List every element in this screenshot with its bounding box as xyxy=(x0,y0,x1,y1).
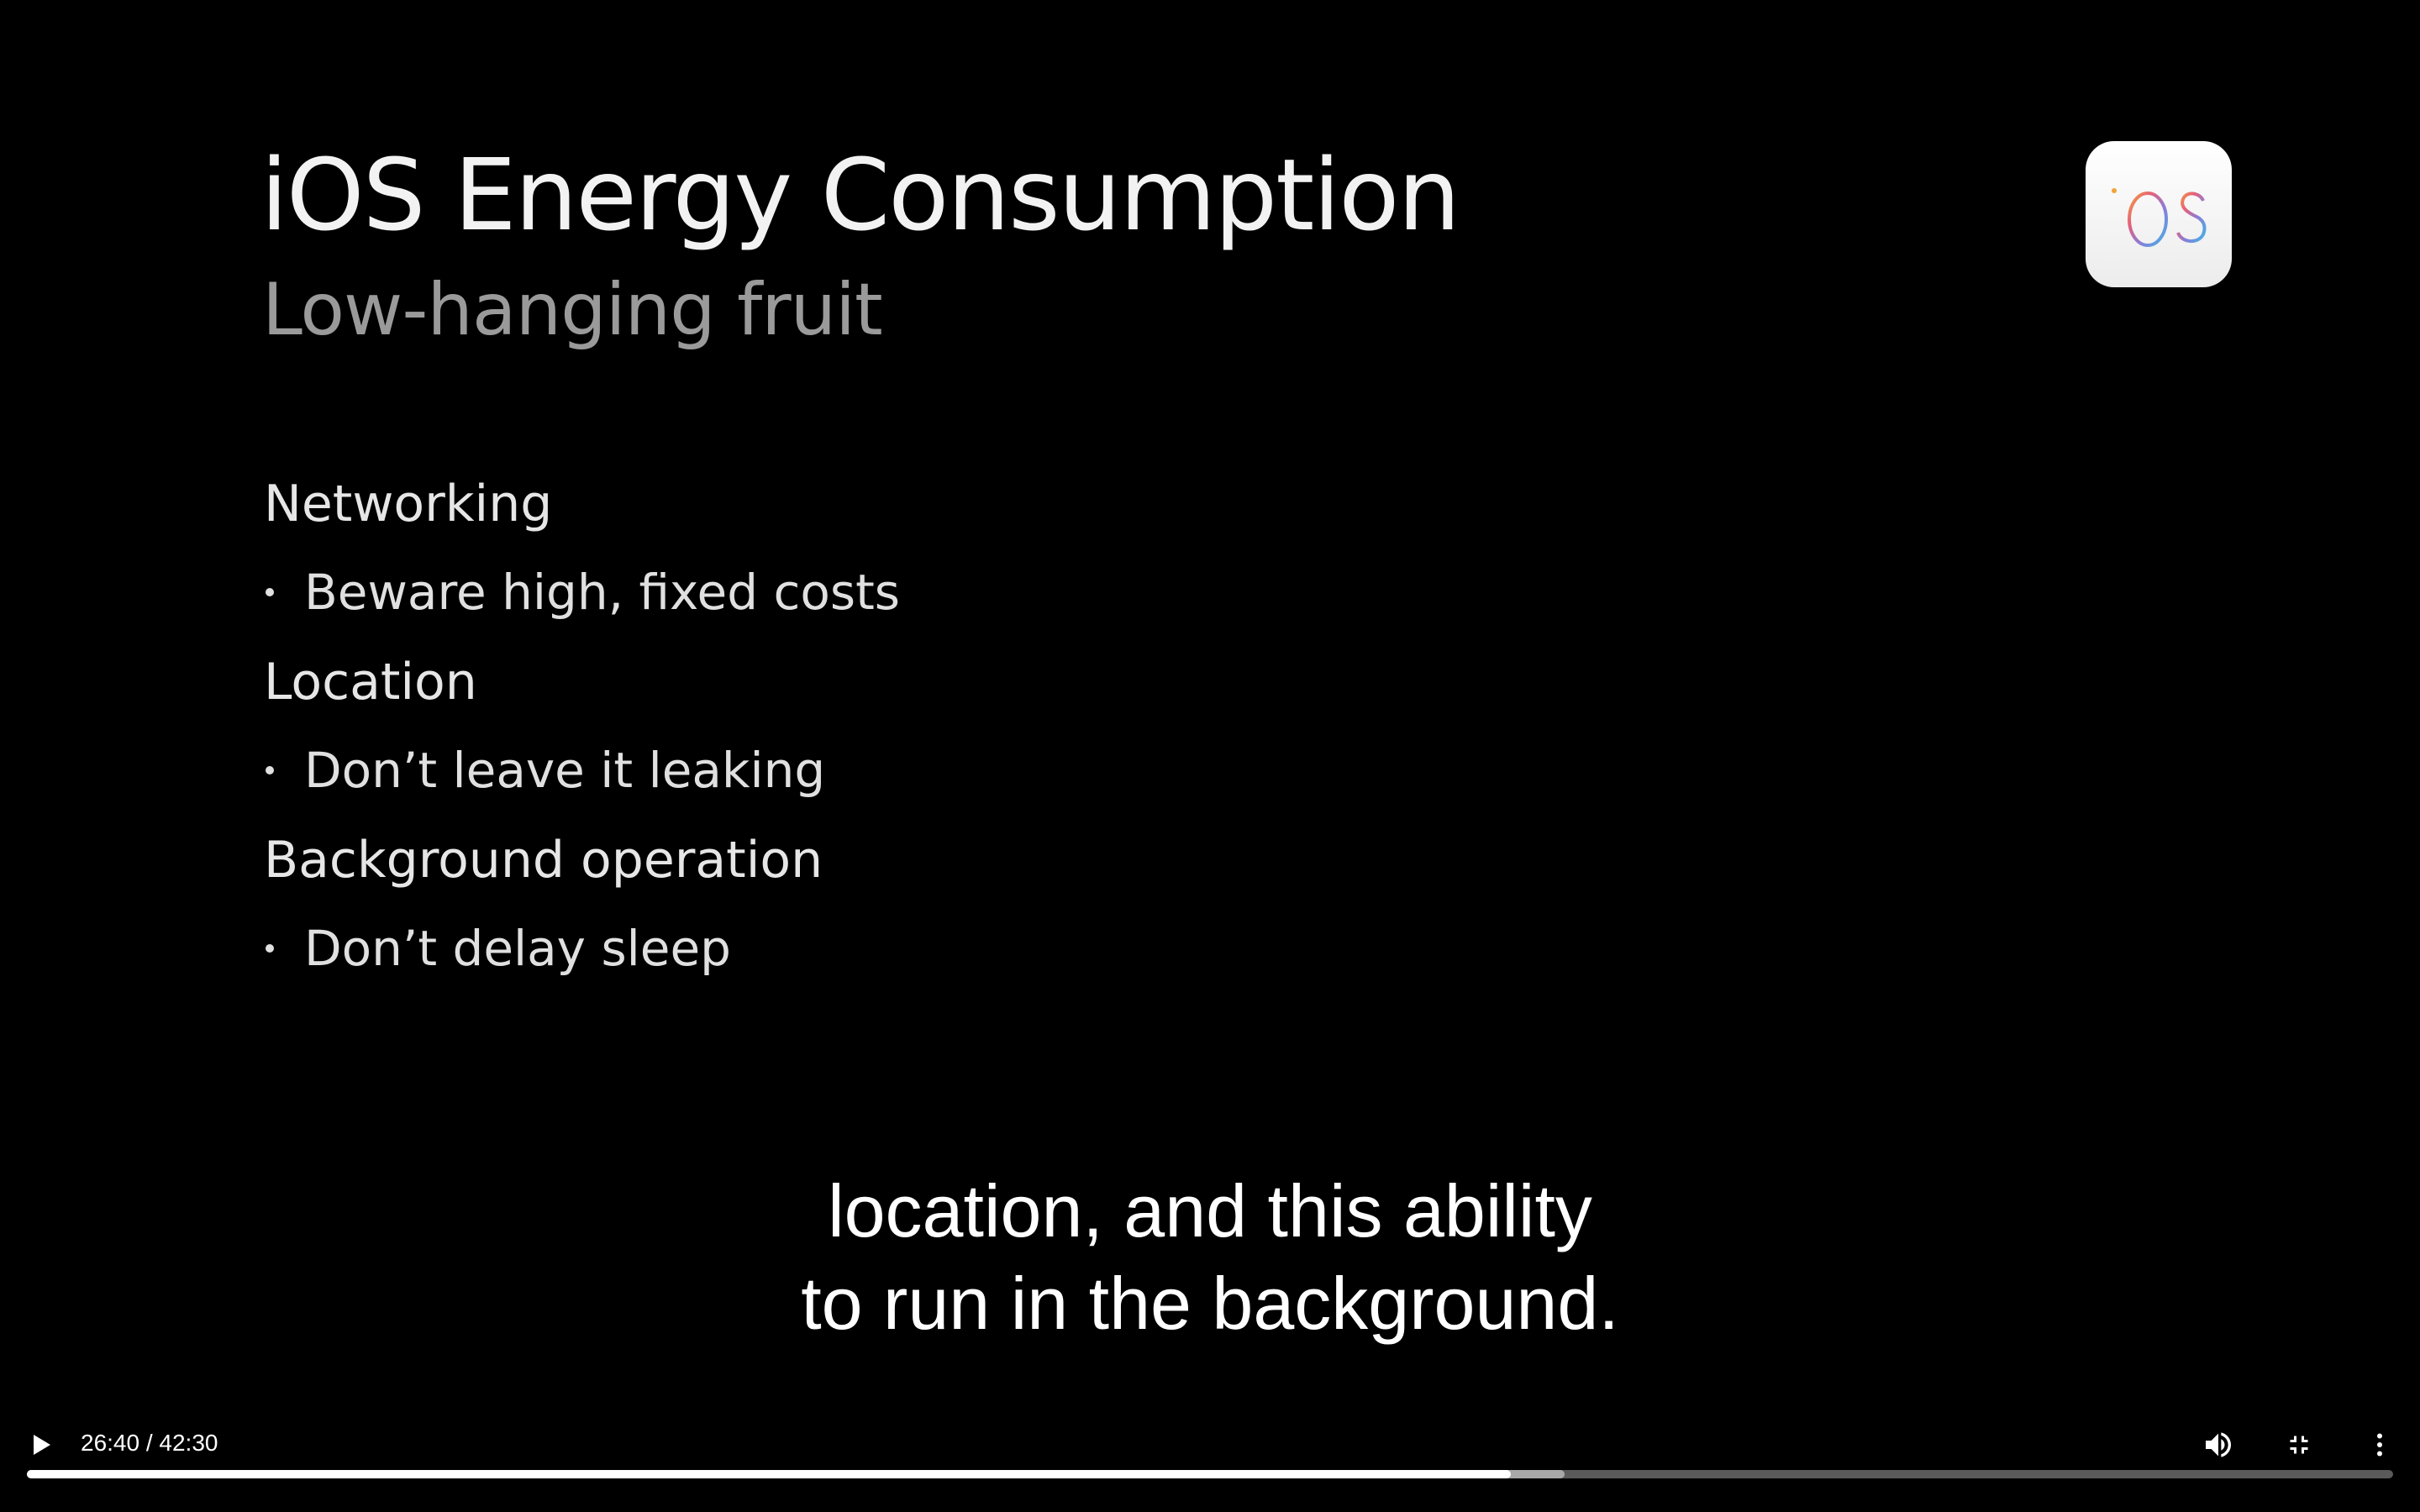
bullet-text: Don’t delay sleep xyxy=(304,920,731,977)
progress-played xyxy=(27,1470,1511,1478)
fullscreen-exit-icon xyxy=(2290,1436,2308,1454)
bullet-item: Don’t delay sleep xyxy=(262,924,731,973)
play-button[interactable] xyxy=(25,1426,59,1463)
bullet-item: Don’t leave it leaking xyxy=(262,746,825,795)
section-heading-location: Location xyxy=(264,653,477,711)
bullet-text: Beware high, fixed costs xyxy=(304,564,901,621)
caption-line: location, and this ability xyxy=(828,1169,1592,1252)
exit-fullscreen-button[interactable] xyxy=(2275,1421,2323,1468)
play-icon xyxy=(34,1435,50,1455)
more-options-button[interactable] xyxy=(2356,1421,2403,1468)
bullet-text: Don’t leave it leaking xyxy=(304,742,826,799)
progress-bar[interactable] xyxy=(27,1470,2393,1478)
bullet-dot xyxy=(266,944,274,953)
slide-subtitle: Low-hanging fruit xyxy=(262,268,883,352)
bullet-dot xyxy=(266,766,274,774)
more-vert-icon xyxy=(2377,1433,2382,1457)
slide-title: iOS Energy Consumption xyxy=(260,137,1460,253)
ios-logo xyxy=(2086,141,2232,287)
caption-line: to run in the background. xyxy=(801,1262,1619,1345)
ios-logo-glyph xyxy=(2112,188,2207,247)
bullet-dot xyxy=(266,588,274,596)
section-heading-background: Background operation xyxy=(264,831,823,890)
volume-button[interactable] xyxy=(2195,1421,2242,1468)
player-controls: 26:40 / 42:30 xyxy=(0,1386,2420,1512)
bullet-item: Beware high, fixed costs xyxy=(262,568,900,617)
section-heading-networking: Networking xyxy=(264,475,553,533)
video-frame[interactable]: iOS Energy Consumption Low-hanging fruit… xyxy=(0,0,2420,1512)
volume-icon xyxy=(2206,1432,2231,1457)
time-display: 26:40 / 42:30 xyxy=(81,1430,218,1456)
